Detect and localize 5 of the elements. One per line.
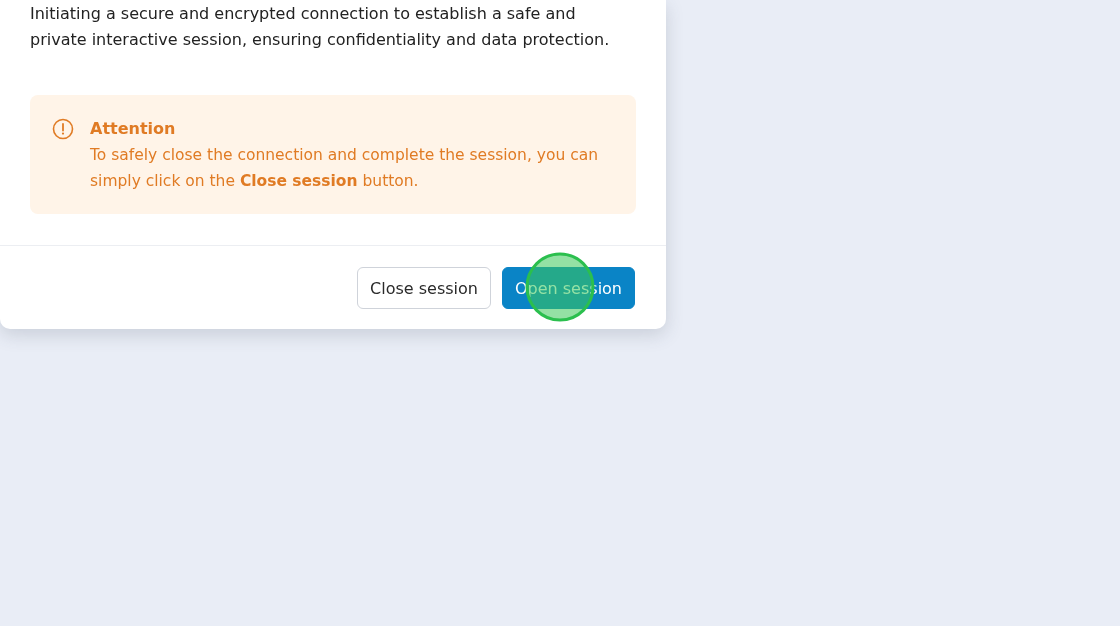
close-session-button[interactable]: Close session (357, 267, 491, 309)
alert-message: To safely close the connection and complete the session, you can simply click on the Close session button. (90, 145, 600, 192)
alert-icon (52, 118, 74, 140)
alert-title: Attention (90, 118, 177, 140)
dialog-description: Initiating a secure and encrypted connection to establish a safe and private interactive session, ensuring confidentiality and data protection. (30, 3, 610, 51)
